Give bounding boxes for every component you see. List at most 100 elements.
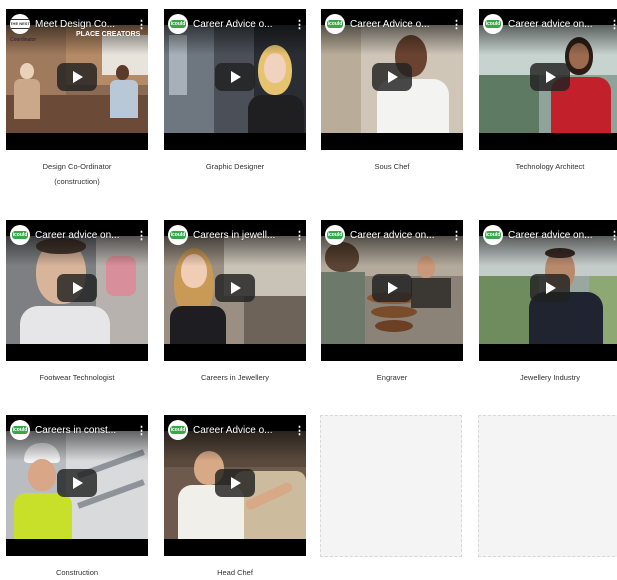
play-button-icon[interactable] [372,63,412,91]
video-caption: Footwear Technologist [6,370,148,385]
video-topbar: THE NEST Meet Design Co... ⋮ [6,9,148,39]
video-topbar: icould Career Advice o... ⋮ [321,9,463,39]
video-title[interactable]: Careers in jewell... [193,230,294,241]
video-caption: Sous Chef [321,159,463,174]
caption-line: Technology Architect [515,162,585,171]
channel-logo[interactable]: icould [483,14,503,34]
video-title[interactable]: Meet Design Co... [35,19,136,30]
video-thumbnail[interactable]: icould Career Advice o... ⋮ [321,9,463,150]
channel-logo-text: icould [484,20,502,28]
more-options-icon[interactable]: ⋮ [136,18,147,31]
play-button-icon[interactable] [215,469,255,497]
channel-logo-text: icould [11,426,29,434]
more-options-icon[interactable]: ⋮ [609,18,617,31]
play-button-icon[interactable] [57,274,97,302]
caption-line: Graphic Designer [205,162,265,171]
video-card-careers-in-jewellery[interactable]: icould Careers in jewell... ⋮ Careers in… [164,220,306,385]
channel-logo[interactable]: icould [483,225,503,245]
video-caption: Construction [6,565,148,580]
channel-logo[interactable]: icould [325,14,345,34]
video-topbar: icould Career Advice o... ⋮ [164,9,306,39]
more-options-icon[interactable]: ⋮ [609,229,617,242]
video-card-head-chef[interactable]: icould Career Advice o... ⋮ Head Chef [164,415,306,580]
channel-logo-text: icould [169,20,187,28]
play-button-icon[interactable] [530,63,570,91]
video-title[interactable]: Career advice on... [35,230,136,241]
video-thumbnail[interactable]: icould Career advice on... ⋮ [479,220,617,361]
caption-line-2: (construction) [54,177,100,186]
video-card-construction[interactable]: icould Careers in const... ⋮ Constructio… [6,415,148,580]
video-card-technology-architect[interactable]: icould Career advice on... ⋮ Technology … [479,9,617,174]
caption-line: Sous Chef [374,162,410,171]
channel-logo-text: icould [11,231,29,239]
video-thumbnail[interactable]: icould Careers in jewell... ⋮ [164,220,306,361]
video-title[interactable]: Career Advice o... [193,19,294,30]
video-thumbnail[interactable]: PLACE CREATORS Coordinator THE NEST Meet… [6,9,148,150]
video-caption: Careers in Jewellery [164,370,306,385]
video-topbar: icould Career advice on... ⋮ [479,220,617,250]
caption-line: Jewellery Industry [519,373,581,382]
play-button-icon[interactable] [530,274,570,302]
caption-line: Careers in Jewellery [201,373,269,382]
caption-line: Construction [55,568,99,577]
video-card-design-coordinator[interactable]: PLACE CREATORS Coordinator THE NEST Meet… [6,9,148,189]
more-options-icon[interactable]: ⋮ [294,424,305,437]
video-card-engraver[interactable]: icould Career advice on... ⋮ Engraver [321,220,463,385]
video-card-jewellery-industry[interactable]: icould Career advice on... ⋮ Jewellery I… [479,220,617,385]
video-card-graphic-designer[interactable]: icould Career Advice o... ⋮ Graphic Desi… [164,9,306,174]
play-button-icon[interactable] [372,274,412,302]
video-title[interactable]: Careers in const... [35,425,136,436]
more-options-icon[interactable]: ⋮ [451,18,462,31]
video-topbar: icould Career advice on... ⋮ [6,220,148,250]
video-thumbnail[interactable]: icould Career Advice o... ⋮ [164,9,306,150]
play-button-icon[interactable] [215,63,255,91]
channel-logo[interactable]: THE NEST [10,14,30,34]
play-button-icon[interactable] [57,63,97,91]
more-options-icon[interactable]: ⋮ [294,229,305,242]
caption-line: Design Co-Ordinator [42,162,112,171]
channel-logo[interactable]: icould [168,225,188,245]
channel-logo-text: icould [326,20,344,28]
video-caption: Jewellery Industry [479,370,617,385]
video-title[interactable]: Career Advice o... [350,19,451,30]
video-title[interactable]: Career advice on... [350,230,451,241]
channel-logo[interactable]: icould [168,420,188,440]
video-title[interactable]: Career advice on... [508,19,609,30]
video-thumbnail[interactable]: icould Career Advice o... ⋮ [164,415,306,556]
video-topbar: icould Careers in const... ⋮ [6,415,148,445]
video-topbar: icould Careers in jewell... ⋮ [164,220,306,250]
video-caption: Engraver [321,370,463,385]
channel-logo[interactable]: icould [10,225,30,245]
channel-logo[interactable]: icould [10,420,30,440]
channel-logo-text: icould [169,426,187,434]
play-button-icon[interactable] [57,469,97,497]
video-title[interactable]: Career Advice o... [193,425,294,436]
channel-logo-text: icould [326,231,344,239]
more-options-icon[interactable]: ⋮ [136,229,147,242]
empty-video-slot [320,415,462,557]
video-card-footwear-technologist[interactable]: icould Career advice on... ⋮ Footwear Te… [6,220,148,385]
play-button-icon[interactable] [215,274,255,302]
video-thumbnail[interactable]: icould Career advice on... ⋮ [321,220,463,361]
channel-logo[interactable]: icould [325,225,345,245]
channel-logo-text: THE NEST [10,19,30,29]
video-topbar: icould Career advice on... ⋮ [479,9,617,39]
caption-line: Head Chef [217,568,253,577]
caption-line: Engraver [376,373,408,382]
empty-video-slot [478,415,617,557]
video-card-sous-chef[interactable]: icould Career Advice o... ⋮ Sous Chef [321,9,463,174]
video-thumbnail[interactable]: icould Career advice on... ⋮ [479,9,617,150]
more-options-icon[interactable]: ⋮ [451,229,462,242]
video-title[interactable]: Career advice on... [508,230,609,241]
channel-logo[interactable]: icould [168,14,188,34]
caption-line: Footwear Technologist [39,373,115,382]
video-caption: Design Co-Ordinator (construction) [6,159,148,189]
more-options-icon[interactable]: ⋮ [136,424,147,437]
video-caption: Graphic Designer [164,159,306,174]
more-options-icon[interactable]: ⋮ [294,18,305,31]
video-caption: Head Chef [164,565,306,580]
video-thumbnail[interactable]: icould Careers in const... ⋮ [6,415,148,556]
channel-logo-text: icould [484,231,502,239]
video-thumbnail[interactable]: icould Career advice on... ⋮ [6,220,148,361]
channel-logo-text: icould [169,231,187,239]
